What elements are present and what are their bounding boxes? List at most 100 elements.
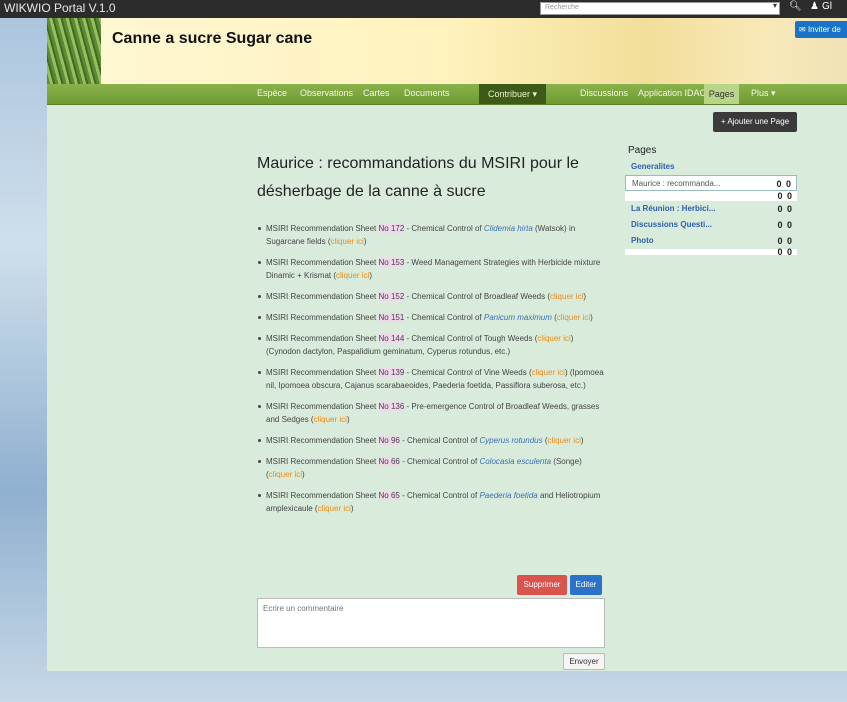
nav-pages[interactable]: Pages (704, 84, 739, 104)
reference-text: ) (590, 313, 593, 322)
cliquer-ici-link[interactable]: cliquer ici (557, 313, 590, 322)
search-input[interactable]: Recherche (540, 2, 780, 15)
comment-input[interactable] (257, 598, 605, 648)
view-count: 0 0 (777, 247, 793, 257)
view-count: 0 0 (776, 179, 792, 189)
add-page-button[interactable]: + Ajouter une Page (713, 112, 797, 132)
reference-item: MSIRI Recommendation Sheet No 151 - Chem… (257, 311, 607, 324)
cliquer-ici-link[interactable]: cliquer ici (532, 368, 565, 377)
reference-item: MSIRI Recommendation Sheet No 152 - Chem… (257, 290, 607, 303)
reference-text: MSIRI Recommendation Sheet (266, 491, 379, 500)
reference-text: ) (363, 237, 367, 246)
reference-text: Paederia foetida (479, 491, 538, 500)
cliquer-ici-link[interactable]: cliquer ici (330, 237, 363, 246)
reference-text: Clidemia hirta (483, 224, 533, 233)
nav-contribuer[interactable]: Contribuer ▾ (479, 84, 546, 104)
sheet-number: No 172 (378, 224, 405, 233)
article: Maurice : recommandations du MSIRI pour … (257, 150, 607, 523)
cliquer-ici-link[interactable]: cliquer ici (318, 504, 351, 513)
sidebar-item-photo[interactable]: Photo 0 0 (625, 233, 797, 249)
nav-documents[interactable]: Documents (404, 88, 450, 98)
sheet-number: No 139 (378, 368, 405, 377)
reference-text: Colocasia esculenta (479, 457, 552, 466)
sheet-number: No 96 (378, 436, 400, 445)
portal-brand[interactable]: WIKWIO Portal V.1.0 (4, 1, 116, 15)
sheet-number: No 144 (378, 334, 405, 343)
article-title: Maurice : recommandations du MSIRI pour … (257, 155, 579, 200)
reference-text: MSIRI Recommendation Sheet (266, 402, 379, 411)
reference-text: - Chemical Control of Tough Weeds ( (404, 334, 538, 343)
cliquer-ici-link[interactable]: cliquer ici (269, 470, 302, 479)
sidebar-item-la-reunion[interactable]: La Réunion : Herbici... 0 0 (625, 201, 797, 217)
delete-button[interactable]: Supprimer (517, 575, 567, 595)
species-title: Canne a sucre Sugar cane (112, 30, 313, 47)
reference-item: MSIRI Recommendation Sheet No 65 - Chemi… (257, 489, 607, 515)
sidebar-item-discussions[interactable]: Discussions Questi... 0 0 (625, 217, 797, 233)
view-count: 0 0 (777, 204, 793, 214)
pages-sidebar: Pages Generalites Maurice : recommanda..… (625, 143, 797, 257)
invite-button[interactable]: ✉ Inviter de (795, 21, 847, 38)
nav-cartes[interactable]: Cartes (363, 88, 390, 98)
sheet-number: No 66 (378, 457, 400, 466)
send-button[interactable]: Envoyer (563, 653, 605, 670)
user-label: Gl (821, 1, 832, 12)
reference-text: MSIRI Recommendation Sheet (266, 313, 379, 322)
cliquer-ici-link[interactable]: cliquer ici (314, 415, 347, 424)
reference-text: ) (350, 504, 354, 513)
reference-text: ) (580, 436, 584, 445)
species-banner: Canne a sucre Sugar cane ✉ Inviter de (47, 18, 847, 84)
reference-text: - Chemical Control of (404, 224, 484, 233)
user-menu[interactable]: ♟ Gl (810, 1, 832, 12)
reference-text: MSIRI Recommendation Sheet (266, 334, 379, 343)
reference-text: MSIRI Recommendation Sheet (266, 436, 379, 445)
reference-list: MSIRI Recommendation Sheet No 172 - Chem… (257, 222, 607, 515)
sheet-number: No 152 (378, 292, 405, 301)
reference-text: Cyperus rotundus (479, 436, 543, 445)
reference-text: - Chemical Control of Broadleaf Weeds ( (404, 292, 550, 301)
sidebar-item-maurice[interactable]: Maurice : recommanda... 0 0 (625, 175, 797, 191)
species-thumbnail (47, 18, 101, 84)
sidebar-title: Pages (628, 145, 657, 156)
edit-button[interactable]: Editer (570, 575, 602, 595)
sheet-number: No 65 (378, 491, 400, 500)
search-dropdown-caret[interactable]: ▾ (773, 1, 777, 10)
reference-item: MSIRI Recommendation Sheet No 139 - Chem… (257, 366, 607, 392)
reference-text: MSIRI Recommendation Sheet (266, 368, 379, 377)
reference-text: ) (369, 271, 373, 280)
search-icon[interactable]: 🔍︎ (789, 1, 802, 12)
reference-text: ) (346, 415, 350, 424)
sidebar-spacer: 0 0 (625, 191, 797, 201)
reference-item: MSIRI Recommendation Sheet No 136 - Pre-… (257, 400, 607, 426)
cliquer-ici-link[interactable]: cliquer ici (548, 436, 581, 445)
reference-text: - Chemical Control of (399, 457, 480, 466)
reference-text: - Chemical Control of (404, 313, 484, 322)
sidebar-footer: 0 0 (625, 247, 797, 257)
sheet-number: No 153 (378, 258, 405, 267)
nav-observations[interactable]: Observations (300, 88, 353, 98)
reference-text: - Chemical Control of (399, 436, 480, 445)
nav-application-idao[interactable]: Application IDAO (638, 88, 707, 98)
reference-text: MSIRI Recommendation Sheet (266, 457, 379, 466)
view-count: 0 0 (777, 191, 793, 201)
sheet-number: No 151 (378, 313, 405, 322)
nav-espece[interactable]: Espèce (257, 88, 287, 98)
reference-text: MSIRI Recommendation Sheet (266, 258, 379, 267)
users-icon: ♟ (810, 1, 819, 12)
reference-text: MSIRI Recommendation Sheet (266, 224, 379, 233)
cliquer-ici-link[interactable]: cliquer ici (550, 292, 583, 301)
reference-item: MSIRI Recommendation Sheet No 96 - Chemi… (257, 434, 607, 447)
top-bar: WIKWIO Portal V.1.0 Recherche ▾ 🔍︎ ♟ Gl (0, 0, 847, 18)
sheet-number: No 136 (378, 402, 405, 411)
species-nav: Espèce Observations Cartes Documents Con… (47, 84, 847, 105)
reference-item: MSIRI Recommendation Sheet No 153 - Weed… (257, 256, 607, 282)
cliquer-ici-link[interactable]: cliquer ici (537, 334, 570, 343)
cliquer-ici-link[interactable]: cliquer ici (336, 271, 369, 280)
nav-discussions[interactable]: Discussions (580, 88, 628, 98)
reference-text: - Chemical Control of Vine Weeds ( (404, 368, 532, 377)
nav-plus[interactable]: Plus ▾ (751, 88, 776, 99)
reference-text: MSIRI Recommendation Sheet (266, 292, 379, 301)
main-content-area: + Ajouter une Page Maurice : recommandat… (47, 105, 847, 671)
reference-text: Panicum maximum (483, 313, 552, 322)
reference-text: - Chemical Control of (399, 491, 480, 500)
sidebar-item-generalites[interactable]: Generalites (625, 159, 797, 175)
